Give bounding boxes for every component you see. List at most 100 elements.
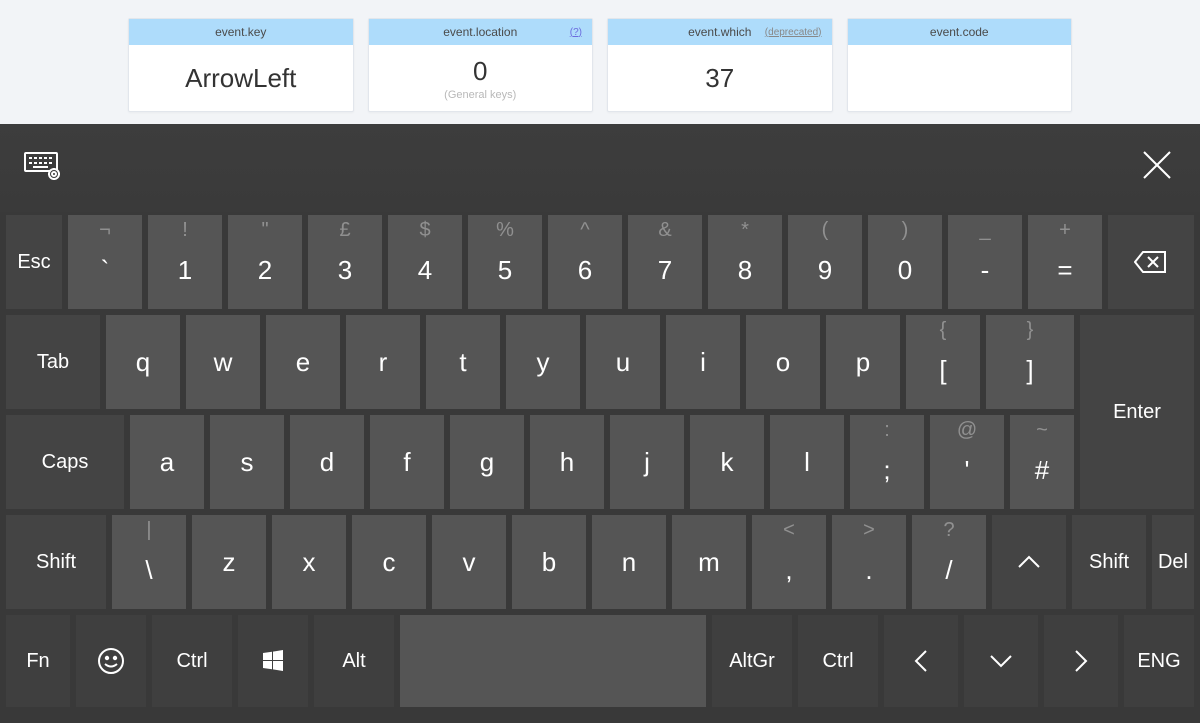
- key-row-4: Shift |\ z x c v b n m <, >. ?/ Shift De…: [0, 512, 1200, 612]
- key-0[interactable]: )0: [868, 215, 942, 309]
- key-1[interactable]: !1: [148, 215, 222, 309]
- key-arrow-up[interactable]: [992, 515, 1066, 609]
- card-title: event.key: [215, 25, 266, 39]
- key-l[interactable]: l: [770, 415, 844, 509]
- deprecated-label: (deprecated): [765, 27, 822, 38]
- key-language[interactable]: ENG: [1124, 615, 1194, 707]
- event-info-cards: event.key ArrowLeft event.location (?) 0…: [0, 0, 1200, 124]
- chevron-up-icon: [1016, 553, 1042, 571]
- key-g[interactable]: g: [450, 415, 524, 509]
- key-comma[interactable]: <,: [752, 515, 826, 609]
- key-tab[interactable]: Tab: [6, 315, 100, 409]
- close-icon[interactable]: [1140, 148, 1174, 182]
- key-x[interactable]: x: [272, 515, 346, 609]
- windows-icon: [261, 649, 285, 673]
- key-3[interactable]: £3: [308, 215, 382, 309]
- chevron-down-icon: [988, 652, 1014, 670]
- card-value: 0: [473, 56, 487, 87]
- key-row-3: Caps a s d f g h j k l :; @' ~#: [6, 415, 1074, 509]
- key-2[interactable]: "2: [228, 215, 302, 309]
- key-d[interactable]: d: [290, 415, 364, 509]
- key-a[interactable]: a: [130, 415, 204, 509]
- card-value: ArrowLeft: [185, 63, 296, 94]
- key-m[interactable]: m: [672, 515, 746, 609]
- key-altgr[interactable]: AltGr: [712, 615, 792, 707]
- key-backslash[interactable]: |\: [112, 515, 186, 609]
- keyboard-settings-icon[interactable]: [24, 152, 64, 182]
- key-hash[interactable]: ~#: [1010, 415, 1074, 509]
- key-4[interactable]: $4: [388, 215, 462, 309]
- key-z[interactable]: z: [192, 515, 266, 609]
- card-header: event.key: [129, 19, 353, 45]
- key-e[interactable]: e: [266, 315, 340, 409]
- key-r[interactable]: r: [346, 315, 420, 409]
- key-rows-2-3: Tab q w e r t y u i o p {[ }]: [0, 312, 1200, 512]
- key-row-5: Fn Ctrl Alt AltGr Ctrl ENG: [0, 612, 1200, 710]
- key-shift-right[interactable]: Shift: [1072, 515, 1146, 609]
- key-equal[interactable]: +=: [1028, 215, 1102, 309]
- onscreen-keyboard: Esc ¬` !1 "2 £3 $4 %5 ^6 &7 *8 (9 )0 _- …: [0, 124, 1200, 723]
- key-slash[interactable]: ?/: [912, 515, 986, 609]
- key-caps[interactable]: Caps: [6, 415, 124, 509]
- key-arrow-left[interactable]: [884, 615, 958, 707]
- key-9[interactable]: (9: [788, 215, 862, 309]
- key-t[interactable]: t: [426, 315, 500, 409]
- key-backspace[interactable]: [1108, 215, 1194, 309]
- card-title: event.location: [443, 25, 517, 39]
- emoji-icon: [96, 646, 126, 676]
- key-fn[interactable]: Fn: [6, 615, 70, 707]
- key-b[interactable]: b: [512, 515, 586, 609]
- key-backtick[interactable]: ¬`: [68, 215, 142, 309]
- key-h[interactable]: h: [530, 415, 604, 509]
- chevron-left-icon: [912, 648, 930, 674]
- card-header: event.which (deprecated): [608, 19, 832, 45]
- key-v[interactable]: v: [432, 515, 506, 609]
- key-shift-left[interactable]: Shift: [6, 515, 106, 609]
- key-minus[interactable]: _-: [948, 215, 1022, 309]
- help-link[interactable]: (?): [570, 27, 582, 38]
- key-j[interactable]: j: [610, 415, 684, 509]
- key-esc[interactable]: Esc: [6, 215, 62, 309]
- key-u[interactable]: u: [586, 315, 660, 409]
- key-arrow-right[interactable]: [1044, 615, 1118, 707]
- key-space[interactable]: [400, 615, 706, 707]
- key-left-bracket[interactable]: {[: [906, 315, 980, 409]
- key-7[interactable]: &7: [628, 215, 702, 309]
- key-semicolon[interactable]: :;: [850, 415, 924, 509]
- key-enter[interactable]: Enter: [1080, 315, 1194, 509]
- key-n[interactable]: n: [592, 515, 666, 609]
- card-event-location: event.location (?) 0 (General keys): [368, 18, 594, 112]
- card-subtext: (General keys): [444, 89, 516, 101]
- key-right-bracket[interactable]: }]: [986, 315, 1074, 409]
- key-8[interactable]: *8: [708, 215, 782, 309]
- card-title: event.which: [688, 25, 751, 39]
- key-windows[interactable]: [238, 615, 308, 707]
- card-event-key: event.key ArrowLeft: [128, 18, 354, 112]
- key-o[interactable]: o: [746, 315, 820, 409]
- key-ctrl-left[interactable]: Ctrl: [152, 615, 232, 707]
- key-emoji[interactable]: [76, 615, 146, 707]
- backspace-icon: [1134, 250, 1168, 274]
- chevron-right-icon: [1072, 648, 1090, 674]
- key-s[interactable]: s: [210, 415, 284, 509]
- key-f[interactable]: f: [370, 415, 444, 509]
- key-k[interactable]: k: [690, 415, 764, 509]
- key-ctrl-right[interactable]: Ctrl: [798, 615, 878, 707]
- card-title: event.code: [930, 25, 989, 39]
- key-y[interactable]: y: [506, 315, 580, 409]
- key-row-1: Esc ¬` !1 "2 £3 $4 %5 ^6 &7 *8 (9 )0 _- …: [0, 212, 1200, 312]
- card-header: event.code: [848, 19, 1072, 45]
- key-arrow-down[interactable]: [964, 615, 1038, 707]
- key-c[interactable]: c: [352, 515, 426, 609]
- key-w[interactable]: w: [186, 315, 260, 409]
- key-q[interactable]: q: [106, 315, 180, 409]
- key-p[interactable]: p: [826, 315, 900, 409]
- key-6[interactable]: ^6: [548, 215, 622, 309]
- key-quote[interactable]: @': [930, 415, 1004, 509]
- key-del[interactable]: Del: [1152, 515, 1194, 609]
- key-5[interactable]: %5: [468, 215, 542, 309]
- key-period[interactable]: >.: [832, 515, 906, 609]
- card-event-code: event.code: [847, 18, 1073, 112]
- key-alt[interactable]: Alt: [314, 615, 394, 707]
- key-i[interactable]: i: [666, 315, 740, 409]
